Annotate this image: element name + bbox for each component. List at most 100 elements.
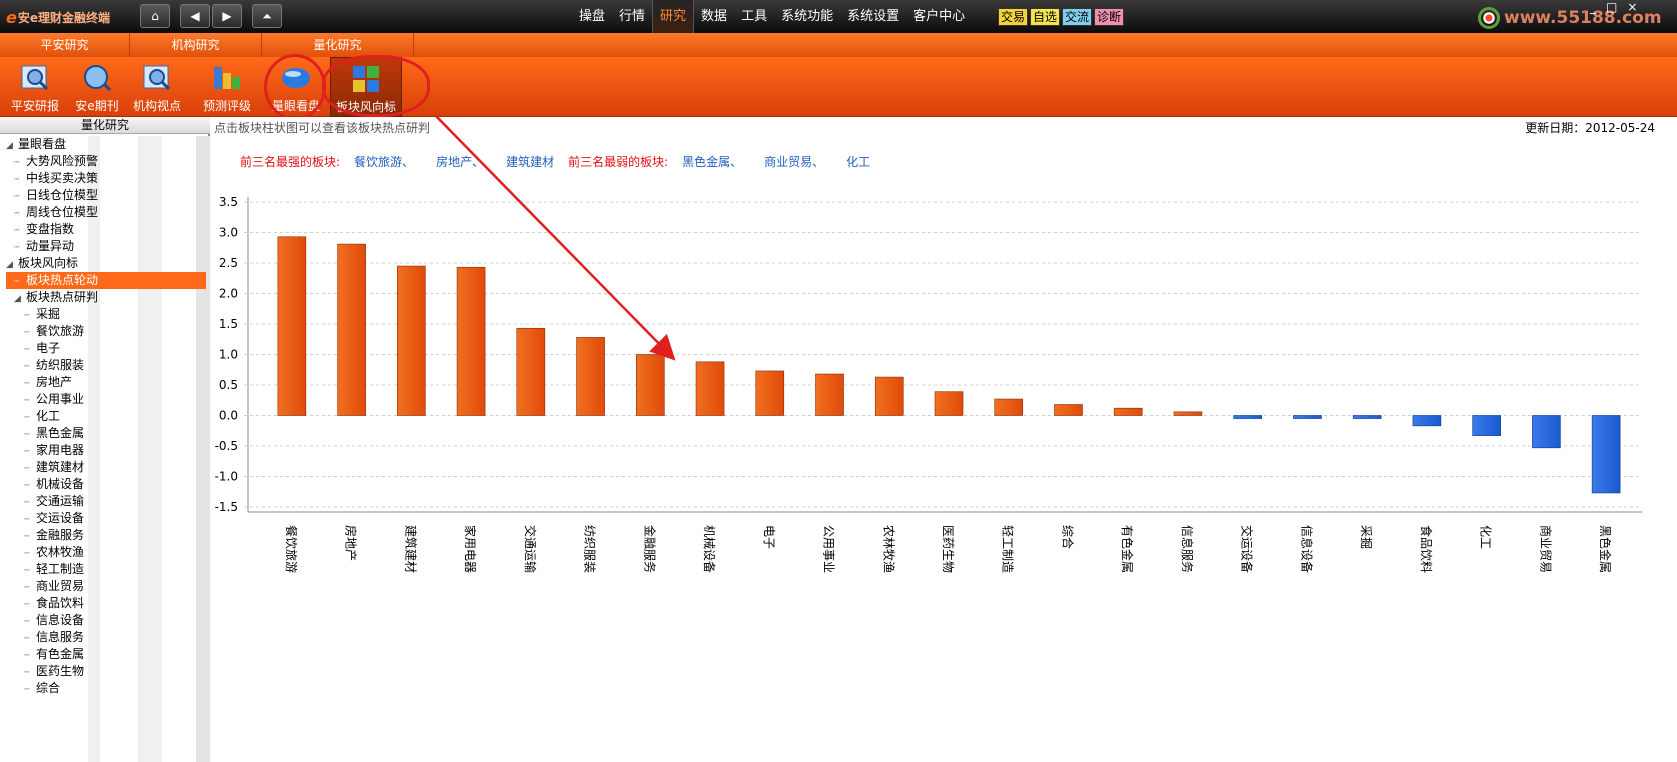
menu-item[interactable]: 工具 xyxy=(734,0,774,33)
bar[interactable] xyxy=(1113,407,1143,416)
bar[interactable] xyxy=(1412,415,1442,427)
x-category-label: 农林牧渔 xyxy=(881,525,895,573)
bar[interactable] xyxy=(1173,411,1203,416)
tree-item[interactable]: ┄ 中线买卖决策 xyxy=(0,170,206,187)
tree-item[interactable]: ┄ 黑色金属 xyxy=(0,425,206,442)
quick-button[interactable]: 交易 xyxy=(998,8,1029,26)
tree-item[interactable]: ┄ 交运设备 xyxy=(0,510,206,527)
bar[interactable] xyxy=(874,376,904,416)
report-magnifier-icon xyxy=(21,65,49,91)
menu-item[interactable]: 系统功能 xyxy=(774,0,840,33)
bar[interactable] xyxy=(1532,415,1561,449)
bar[interactable] xyxy=(1352,415,1382,419)
bar[interactable] xyxy=(755,370,785,416)
app-title: 安e理财金融终端 xyxy=(17,10,110,25)
section-institution[interactable]: 机构研究 xyxy=(130,33,262,57)
bar[interactable] xyxy=(516,327,546,416)
tree-item[interactable]: ┄ 周线仓位模型 xyxy=(0,204,206,221)
bar[interactable] xyxy=(934,391,964,416)
tree-item[interactable]: ┄ 公用事业 xyxy=(0,391,206,408)
menu-item[interactable]: 客户中心 xyxy=(906,0,972,33)
strong-sector-1[interactable]: 餐饮旅游、 xyxy=(354,153,414,170)
x-category-label: 机械设备 xyxy=(702,525,717,573)
bar[interactable] xyxy=(994,398,1024,416)
sector-bar-chart: 3.5 3.0 2.5 2.0 1.5 1.0 0.5 0.0 -0.5 -1.0 -1.5 餐饮旅游… xyxy=(215,195,1642,573)
tree-item[interactable]: ┄ 建筑建材 xyxy=(0,459,206,476)
tree-item[interactable]: ┄ 有色金属 xyxy=(0,646,206,663)
tree-item[interactable]: ┄ 机械设备 xyxy=(0,476,206,493)
bar[interactable] xyxy=(576,337,605,416)
weak-sector-1[interactable]: 黑色金属、 xyxy=(682,153,742,170)
forward-button[interactable]: ▶ xyxy=(212,4,242,28)
quick-button[interactable]: 诊断 xyxy=(1094,8,1125,26)
quick-button[interactable]: 自选 xyxy=(1030,8,1061,26)
tree-item[interactable]: ┄ 金融服务 xyxy=(0,527,206,544)
menu-item[interactable]: 研究 xyxy=(652,0,695,33)
menu-item[interactable]: 操盘 xyxy=(572,0,612,33)
up-button[interactable]: ⏶ xyxy=(252,4,282,28)
strong-sector-3[interactable]: 建筑建材 xyxy=(506,153,554,170)
tree-item[interactable]: ┄ 餐饮旅游 xyxy=(0,323,206,340)
x-category-label: 食品饮料 xyxy=(1419,525,1434,573)
tree-item[interactable]: ┄ 房地产 xyxy=(0,374,206,391)
tree-item-label: 日线仓位模型 xyxy=(26,188,99,202)
section-pingan[interactable]: 平安研究 xyxy=(0,33,130,57)
tree-item[interactable]: ◢ 量眼看盘 xyxy=(0,136,206,153)
bar[interactable] xyxy=(456,266,486,416)
minimize-icon[interactable]: _ xyxy=(1590,0,1596,14)
section-quant[interactable]: 量化研究 xyxy=(262,33,414,57)
tree-item[interactable]: ┄ 食品饮料 xyxy=(0,595,206,612)
bar[interactable] xyxy=(1591,415,1621,494)
quick-button[interactable]: 交流 xyxy=(1062,8,1093,26)
menu-item[interactable]: 系统设置 xyxy=(840,0,906,33)
back-button[interactable]: ◀ xyxy=(180,4,210,28)
x-category-label: 餐饮旅游 xyxy=(284,525,299,573)
bar[interactable] xyxy=(1472,415,1501,436)
weak-label: 前三名最弱的板块: xyxy=(568,154,669,169)
tree-item[interactable]: ┄ 采掘 xyxy=(0,306,206,323)
maximize-icon[interactable]: □ xyxy=(1606,0,1617,14)
watermark-logo-icon xyxy=(1478,7,1500,29)
tree-item-label: 机械设备 xyxy=(36,477,85,491)
tree-item[interactable]: ┄ 信息服务 xyxy=(0,629,206,646)
tree-item[interactable]: ┄ 纺织服装 xyxy=(0,357,206,374)
bar[interactable] xyxy=(1233,415,1262,419)
tree-item[interactable]: ┄ 电子 xyxy=(0,340,206,357)
menu-item[interactable]: 行情 xyxy=(612,0,652,33)
tree-item[interactable]: ┄ 板块热点轮动 xyxy=(6,272,206,289)
tree-item[interactable]: ┄ 化工 xyxy=(0,408,206,425)
bar[interactable] xyxy=(1293,415,1322,419)
y-tick-label: 0.0 xyxy=(219,409,238,423)
tree-item[interactable]: ┄ 大势风险预警 xyxy=(0,153,206,170)
tree-item[interactable]: ┄ 商业贸易 xyxy=(0,578,206,595)
home-button[interactable]: ⌂ xyxy=(140,4,170,28)
close-icon[interactable]: × xyxy=(1627,0,1637,14)
bar[interactable] xyxy=(636,354,665,416)
tree-item[interactable]: ◢ 板块热点研判 xyxy=(0,289,206,306)
menu-item[interactable]: 数据 xyxy=(694,0,734,33)
toolbar-forecast-rating[interactable]: 预测评级 xyxy=(196,57,258,117)
tree-item[interactable]: ┄ 农林牧渔 xyxy=(0,544,206,561)
toolbar-journal[interactable]: 安e期刊 xyxy=(68,57,126,117)
tree-item[interactable]: ┄ 变盘指数 xyxy=(0,221,206,238)
tree-item[interactable]: ┄ 动量异动 xyxy=(0,238,206,255)
tree-item[interactable]: ┄ 日线仓位模型 xyxy=(0,187,206,204)
tree-item[interactable]: ┄ 医药生物 xyxy=(0,663,206,680)
weak-sector-2[interactable]: 商业贸易、 xyxy=(764,153,824,170)
bar[interactable] xyxy=(277,236,307,416)
tree-item[interactable]: ┄ 交通运输 xyxy=(0,493,206,510)
bar[interactable] xyxy=(337,243,366,416)
bar[interactable] xyxy=(695,361,725,416)
tree-item[interactable]: ┄ 综合 xyxy=(0,680,206,697)
toolbar-institution-view[interactable]: 机构视点 xyxy=(128,57,186,117)
strong-sector-2[interactable]: 房地产、 xyxy=(436,153,484,170)
weak-sector-3[interactable]: 化工 xyxy=(846,153,870,170)
bar[interactable] xyxy=(1054,404,1083,416)
toolbar-pingan-report[interactable]: 平安研报 xyxy=(6,57,64,117)
bar[interactable] xyxy=(397,265,426,416)
tree-item[interactable]: ◢ 板块风向标 xyxy=(0,255,206,272)
tree-item[interactable]: ┄ 轻工制造 xyxy=(0,561,206,578)
tree-item[interactable]: ┄ 家用电器 xyxy=(0,442,206,459)
tree-item[interactable]: ┄ 信息设备 xyxy=(0,612,206,629)
bar[interactable] xyxy=(815,373,844,416)
